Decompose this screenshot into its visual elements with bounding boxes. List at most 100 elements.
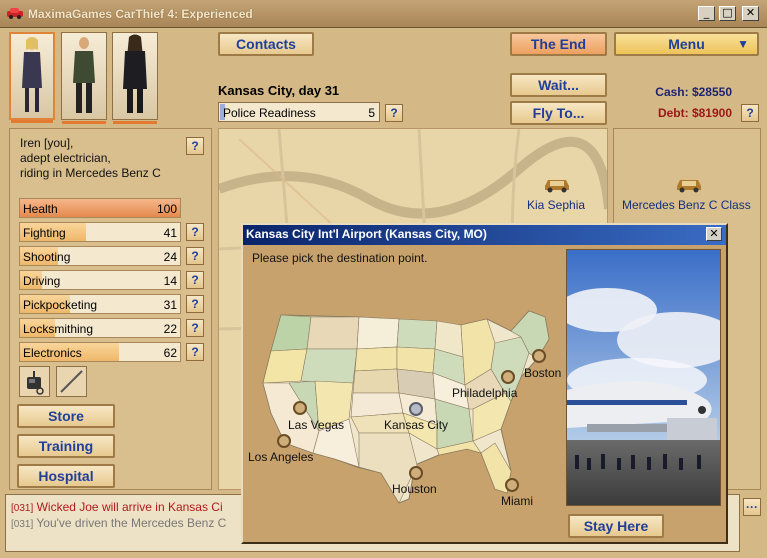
log-timestamp: [031]	[11, 503, 34, 514]
portrait-gang-member-1[interactable]	[61, 32, 107, 124]
stat-label: Locksmithing	[23, 322, 94, 336]
city-label-los-angeles[interactable]: Los Angeles	[248, 450, 313, 464]
dialog-title: Kansas City Int'l Airport (Kansas City, …	[246, 227, 487, 241]
destination-pin-boston[interactable]	[532, 349, 546, 363]
maximize-button[interactable]: □	[719, 6, 736, 21]
portrait-gang-member-2[interactable]	[112, 32, 158, 124]
stat-value: 41	[163, 226, 177, 240]
portrait-health-bar	[62, 121, 106, 124]
stat-health: Health 100	[19, 198, 181, 218]
window-title: MaximaGames CarThief 4: Experienced	[28, 7, 253, 21]
electronics-help-button[interactable]: ?	[186, 343, 204, 361]
police-readiness-bar: Police Readiness 5	[218, 102, 380, 122]
flight-destination-dialog: Kansas City Int'l Airport (Kansas City, …	[241, 223, 728, 544]
destination-pin-philadelphia[interactable]	[501, 370, 515, 384]
destination-pin-los-angeles[interactable]	[277, 434, 291, 448]
stat-value: 24	[163, 250, 177, 264]
stat-label: Electronics	[23, 346, 82, 360]
man-figure-icon	[73, 37, 95, 113]
the-end-button[interactable]: The End	[510, 32, 607, 56]
wait-button[interactable]: Wait...	[510, 73, 607, 97]
training-button[interactable]: Training	[17, 434, 115, 458]
dialog-titlebar: Kansas City Int'l Airport (Kansas City, …	[243, 225, 726, 245]
airport-photo	[566, 249, 721, 506]
stat-locksmithing: Locksmithing 22	[19, 318, 181, 338]
city-label-boston[interactable]: Boston	[524, 366, 561, 380]
log-text: You've driven the Mercedes Benz C	[33, 516, 227, 530]
airplane-photo-illustration	[567, 250, 720, 505]
portrait-health-bar	[113, 121, 157, 124]
stat-label: Pickpocketing	[23, 298, 98, 312]
destination-pin-houston[interactable]	[409, 466, 423, 480]
lockpick-wire-icon	[60, 370, 83, 393]
stat-value: 14	[163, 274, 177, 288]
dialog-prompt: Please pick the destination point.	[252, 251, 428, 265]
pickpocketing-help-button[interactable]: ?	[186, 295, 204, 313]
log-line-1: [031] Wicked Joe will arrive in Kansas C…	[11, 500, 223, 514]
menu-label: Menu	[668, 36, 705, 52]
city-label-las-vegas[interactable]: Las Vegas	[288, 418, 344, 432]
stat-driving: Driving 14	[19, 270, 181, 290]
finance-help-button[interactable]: ?	[741, 104, 759, 122]
woman-figure-icon	[22, 37, 42, 112]
character-help-button[interactable]: ?	[186, 137, 204, 155]
stat-value: 22	[163, 322, 177, 336]
stay-here-button[interactable]: Stay Here	[568, 514, 664, 538]
character-profession: adept electrician,	[20, 151, 111, 165]
cash-amount: Cash: $28550	[655, 85, 732, 99]
city-label-philadelphia[interactable]: Philadelphia	[452, 386, 517, 400]
driving-help-button[interactable]: ?	[186, 271, 204, 289]
close-window-button[interactable]: ✕	[742, 6, 759, 21]
portrait-health-bar	[11, 120, 53, 123]
log-line-2: [031] You've driven the Mercedes Benz C	[11, 516, 226, 530]
log-more-button[interactable]: ···	[743, 498, 761, 516]
dialog-close-button[interactable]: ✕	[706, 227, 722, 241]
stat-fighting: Fighting 41	[19, 222, 181, 242]
stat-electronics: Electronics 62	[19, 342, 181, 362]
fighting-help-button[interactable]: ?	[186, 223, 204, 241]
character-description: Iren [you], adept electrician, riding in…	[20, 136, 161, 181]
minimize-button[interactable]: _	[698, 6, 715, 21]
city-label-houston[interactable]: Houston	[392, 482, 437, 496]
car-garage-icon[interactable]	[674, 174, 704, 194]
inventory-slot-lockpick[interactable]	[56, 366, 87, 397]
fly-to-button[interactable]: Fly To...	[510, 101, 607, 125]
destination-pin-las-vegas[interactable]	[293, 401, 307, 415]
contacts-button[interactable]: Contacts	[218, 32, 314, 56]
map-car-label: Kia Sephia	[527, 198, 586, 212]
store-button[interactable]: Store	[17, 404, 115, 428]
stat-label: Health	[23, 202, 58, 216]
locksmithing-help-button[interactable]: ?	[186, 319, 204, 337]
inventory-slot-scanner[interactable]	[19, 366, 50, 397]
garage-car-label: Mercedes Benz C Class	[622, 198, 751, 212]
current-location-pin-kansas-city	[409, 402, 423, 416]
city-label-kansas-city: Kansas City	[384, 418, 449, 432]
car-map-icon[interactable]	[542, 174, 572, 194]
hospital-button[interactable]: Hospital	[17, 464, 115, 488]
debt-amount: Debt: $81900	[657, 106, 732, 120]
car-app-icon	[7, 8, 23, 19]
stat-pickpocketing: Pickpocketing 31	[19, 294, 181, 314]
man-figure-icon	[123, 34, 147, 113]
shooting-help-button[interactable]: ?	[186, 247, 204, 265]
portrait-player[interactable]	[9, 32, 55, 123]
police-readiness-label: Police Readiness	[223, 106, 316, 120]
stat-value: 31	[163, 298, 177, 312]
chevron-down-icon: ▼	[737, 37, 749, 51]
city-label-miami[interactable]: Miami	[501, 494, 533, 508]
character-name: Iren [you],	[20, 136, 74, 150]
police-help-button[interactable]: ?	[385, 104, 403, 122]
stat-label: Fighting	[23, 226, 66, 240]
stat-label: Shooting	[23, 250, 71, 264]
log-timestamp: [031]	[11, 519, 34, 530]
stat-label: Driving	[23, 274, 61, 288]
destination-pin-miami[interactable]	[505, 478, 519, 492]
log-text: Wicked Joe will arrive in Kansas Ci	[33, 500, 223, 514]
stat-value: 100	[156, 202, 177, 216]
stat-value: 62	[163, 346, 177, 360]
stat-shooting: Shooting 24	[19, 246, 181, 266]
scanner-device-icon	[27, 371, 44, 395]
menu-button[interactable]: Menu ▼	[614, 32, 759, 56]
character-panel: Iren [you], adept electrician, riding in…	[9, 128, 212, 490]
police-readiness-value: 5	[368, 106, 375, 120]
